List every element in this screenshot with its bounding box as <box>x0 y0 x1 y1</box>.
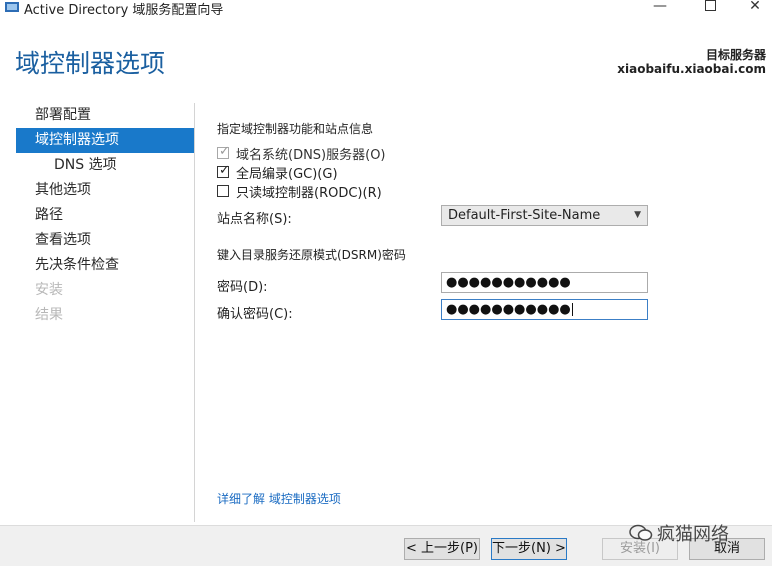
watermark-text: 疯猫网络 <box>657 524 729 545</box>
wizard-step-nav: 部署配置 域控制器选项 DNS 选项 其他选项 路径 查看选项 先决条件检查 安… <box>16 103 195 522</box>
nav-item-review-options[interactable]: 查看选项 <box>16 228 194 253</box>
password-label: 密码(D): <box>217 280 268 295</box>
rodc-label[interactable]: 只读域控制器(RODC)(R) <box>236 182 382 201</box>
site-name-dropdown[interactable]: Default-First-Site-Name ▼ <box>441 205 648 226</box>
nav-item-deployment[interactable]: 部署配置 <box>16 103 194 128</box>
global-catalog-option[interactable]: ✓ 全局编录(GC)(G) <box>217 163 338 182</box>
title-bar: Active Directory 域服务配置向导 — ✕ <box>0 0 772 18</box>
nav-item-results: 结果 <box>35 307 63 323</box>
minimize-button[interactable]: — <box>640 0 680 17</box>
help-link[interactable]: 详细了解 域控制器选项 <box>217 490 341 507</box>
nav-item-prereq-check[interactable]: 先决条件检查 <box>16 253 194 278</box>
server-manager-icon <box>5 2 19 12</box>
nav-item-dc-options[interactable]: 域控制器选项 <box>16 128 194 153</box>
watermark: 疯猫网络 <box>629 520 729 546</box>
functions-heading: 指定域控制器功能和站点信息 <box>217 122 374 136</box>
global-catalog-checkbox[interactable]: ✓ <box>217 163 230 178</box>
rodc-option[interactable]: 只读域控制器(RODC)(R) <box>217 182 382 201</box>
close-button[interactable]: ✕ <box>735 0 772 17</box>
window-title: Active Directory 域服务配置向导 <box>24 3 224 18</box>
maximize-icon <box>704 0 716 11</box>
target-server-name: xiaobaifu.xiaobai.com <box>617 62 766 76</box>
nav-item-dns-options[interactable]: DNS 选项 <box>16 153 194 178</box>
maximize-button[interactable] <box>690 0 730 17</box>
confirm-password-field[interactable]: ●●●●●●●●●●● <box>441 299 648 320</box>
dns-server-option: ✓ 域名系统(DNS)服务器(O) <box>217 144 386 163</box>
text-caret <box>571 303 573 316</box>
dsrm-heading: 键入目录服务还原模式(DSRM)密码 <box>217 248 406 262</box>
checkmark-icon: ✓ <box>219 144 230 159</box>
site-name-value: Default-First-Site-Name <box>448 208 601 223</box>
checkmark-icon: ✓ <box>219 163 230 178</box>
rodc-checkbox[interactable] <box>217 185 229 197</box>
wechat-icon <box>629 524 653 541</box>
chevron-down-icon: ▼ <box>634 210 641 220</box>
confirm-password-value: ●●●●●●●●●●● <box>446 302 571 317</box>
global-catalog-label[interactable]: 全局编录(GC)(G) <box>236 163 338 182</box>
back-button[interactable]: < 上一步(P) <box>404 538 480 560</box>
password-field[interactable]: ●●●●●●●●●●● <box>441 272 648 293</box>
next-button[interactable]: 下一步(N) > <box>491 538 567 560</box>
nav-item-additional-options[interactable]: 其他选项 <box>16 178 194 203</box>
nav-item-install: 安装 <box>35 282 63 298</box>
nav-item-paths[interactable]: 路径 <box>16 203 194 228</box>
dns-server-label: 域名系统(DNS)服务器(O) <box>236 147 386 163</box>
dns-server-checkbox: ✓ <box>217 144 230 159</box>
confirm-password-label: 确认密码(C): <box>217 307 293 322</box>
page-title: 域控制器选项 <box>15 49 166 78</box>
target-server-label: 目标服务器 <box>705 48 766 62</box>
site-name-label: 站点名称(S): <box>217 212 292 227</box>
password-value: ●●●●●●●●●●● <box>446 275 571 290</box>
